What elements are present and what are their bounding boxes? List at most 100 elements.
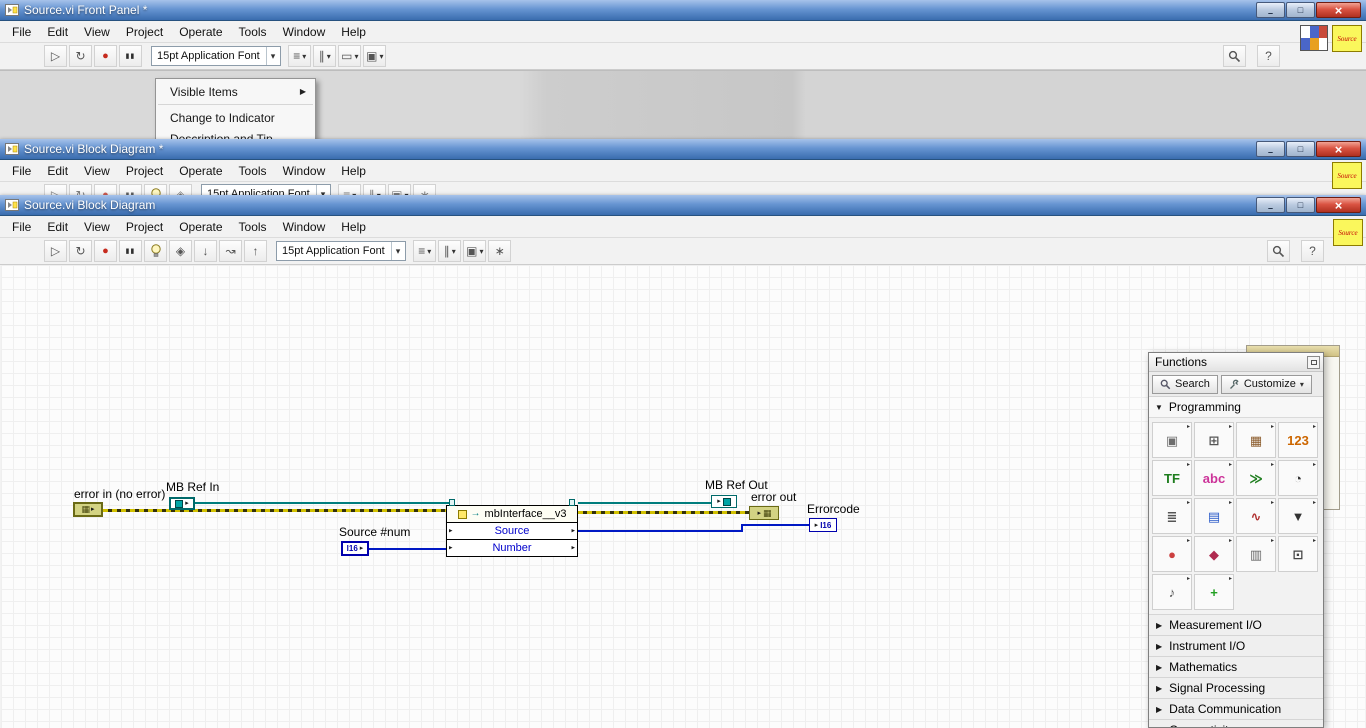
retain-wire-values-button[interactable]: ◈ bbox=[169, 240, 192, 262]
menu-item-view[interactable]: View bbox=[76, 21, 118, 43]
palette-section-measurement-i-o[interactable]: ▶ Measurement I/O bbox=[1149, 614, 1323, 635]
palette-customize-button[interactable]: Customize ▾ bbox=[1220, 374, 1312, 394]
pause-button[interactable]: ▮▮ bbox=[119, 240, 142, 262]
mb-ref-out-terminal[interactable]: ▸ bbox=[711, 495, 737, 508]
palette-section-mathematics[interactable]: ▶ Mathematics bbox=[1149, 656, 1323, 677]
menu-item-project[interactable]: Project bbox=[118, 160, 171, 182]
menu-item-edit[interactable]: Edit bbox=[39, 160, 76, 182]
align-objects-button[interactable]: ≡ ▾ bbox=[288, 45, 312, 67]
palette-icon-synchronization[interactable]: ◆ ▸ bbox=[1194, 536, 1234, 572]
error-out-label[interactable]: error out bbox=[751, 490, 796, 504]
abort-button[interactable]: ● bbox=[94, 240, 117, 262]
menu-item-file[interactable]: File bbox=[4, 21, 39, 43]
titlebar-block-diagram[interactable]: Source.vi Block Diagram – □ × bbox=[0, 195, 1366, 216]
run-continuous-button[interactable]: ↻ bbox=[69, 240, 92, 262]
palette-search-button[interactable]: Search bbox=[1152, 374, 1218, 394]
errorcode-label[interactable]: Errorcode bbox=[807, 502, 860, 516]
vi-icon[interactable]: Source bbox=[1332, 25, 1362, 52]
mb-ref-in-terminal[interactable]: ▸ bbox=[169, 497, 195, 510]
subvi-mbinterface[interactable]: → mbInterface__v3 ▸ Source ▸ ▸ Number ▸ bbox=[446, 499, 578, 557]
maximize-button[interactable]: □ bbox=[1286, 141, 1315, 157]
source-num-label[interactable]: Source #num bbox=[339, 525, 410, 539]
distribute-objects-button[interactable]: ∥ ▾ bbox=[313, 45, 337, 67]
subvi-row-number[interactable]: ▸ Number ▸ bbox=[447, 539, 577, 556]
menu-item-project[interactable]: Project bbox=[118, 21, 171, 43]
minimize-button[interactable]: – bbox=[1256, 141, 1285, 157]
wire-errorcode-b[interactable] bbox=[741, 524, 809, 526]
menu-item-window[interactable]: Window bbox=[275, 216, 334, 238]
error-out-terminal[interactable]: ▸ ▦ bbox=[749, 506, 779, 520]
close-button[interactable]: × bbox=[1316, 2, 1361, 18]
abort-button[interactable]: ● bbox=[94, 45, 117, 67]
error-in-label[interactable]: error in (no error) bbox=[74, 487, 165, 501]
menu-item-operate[interactable]: Operate bbox=[171, 21, 230, 43]
palette-icon-report-generation[interactable]: ▥ ▸ bbox=[1236, 536, 1276, 572]
mb-ref-in-label[interactable]: MB Ref In bbox=[166, 480, 219, 494]
wire-source-num[interactable] bbox=[369, 548, 446, 550]
reorder-objects-button[interactable]: ▣ ▾ bbox=[463, 240, 487, 262]
menu-item-tools[interactable]: Tools bbox=[231, 21, 275, 43]
palette-icon-cluster-class-variant[interactable]: ▦ ▸ bbox=[1236, 422, 1276, 458]
context-menu-item-visible-items[interactable]: Visible Items ▶ bbox=[156, 81, 315, 102]
palette-icon-application-control[interactable]: ▼ ▸ bbox=[1278, 498, 1318, 534]
resize-objects-button[interactable]: ▭ ▾ bbox=[338, 45, 362, 67]
menu-item-help[interactable]: Help bbox=[333, 21, 374, 43]
palette-icon-waveform[interactable]: ∿ ▸ bbox=[1236, 498, 1276, 534]
align-objects-button[interactable]: ≡ ▾ bbox=[413, 240, 437, 262]
maximize-button[interactable]: □ bbox=[1286, 197, 1315, 213]
search-button[interactable] bbox=[1267, 240, 1290, 262]
subvi-row-source[interactable]: ▸ Source ▸ bbox=[447, 522, 577, 539]
palette-pin-button[interactable] bbox=[1307, 356, 1320, 369]
palette-icon-timing[interactable]: ◔ ▸ bbox=[1278, 460, 1318, 496]
menu-item-operate[interactable]: Operate bbox=[171, 216, 230, 238]
palette-icon-storage[interactable]: ▤ ▸ bbox=[1194, 498, 1234, 534]
palette-section-instrument-i-o[interactable]: ▶ Instrument I/O bbox=[1149, 635, 1323, 656]
palette-icon-numeric[interactable]: 123 ▸ bbox=[1278, 422, 1318, 458]
palette-icon-boolean[interactable]: TF ▸ bbox=[1152, 460, 1192, 496]
wire-error-in[interactable] bbox=[103, 509, 446, 512]
search-button[interactable] bbox=[1223, 45, 1246, 67]
step-into-button[interactable]: ↓ bbox=[194, 240, 217, 262]
palette-section-data-communication[interactable]: ▶ Data Communication bbox=[1149, 698, 1323, 719]
palette-section-programming[interactable]: ▼ Programming bbox=[1149, 397, 1323, 418]
menu-item-edit[interactable]: Edit bbox=[39, 21, 76, 43]
run-button[interactable]: ▷ bbox=[44, 45, 67, 67]
source-num-terminal[interactable]: I16 ▸ bbox=[341, 541, 369, 556]
wire-error-out[interactable] bbox=[578, 511, 749, 514]
menu-item-edit[interactable]: Edit bbox=[39, 216, 76, 238]
minimize-button[interactable]: – bbox=[1256, 197, 1285, 213]
titlebar-block-diagram-modified[interactable]: Source.vi Block Diagram * – □ × bbox=[0, 139, 1366, 160]
maximize-button[interactable]: □ bbox=[1286, 2, 1315, 18]
menu-item-tools[interactable]: Tools bbox=[231, 216, 275, 238]
palette-icon-structures[interactable]: ▣ ▸ bbox=[1152, 422, 1192, 458]
vi-icon[interactable]: Source bbox=[1333, 219, 1363, 246]
wire-mb-ref-out[interactable] bbox=[578, 502, 711, 504]
help-button[interactable]: ? bbox=[1257, 45, 1280, 67]
wire-errorcode-a[interactable] bbox=[578, 530, 743, 532]
close-button[interactable]: × bbox=[1316, 141, 1361, 157]
run-continuous-button[interactable]: ↻ bbox=[69, 45, 92, 67]
palette-section-signal-processing[interactable]: ▶ Signal Processing bbox=[1149, 677, 1323, 698]
palette-section-connectivity[interactable]: ▶Connectivity bbox=[1149, 719, 1323, 727]
menu-item-help[interactable]: Help bbox=[333, 216, 374, 238]
palette-icon-graphics-sound[interactable]: ♪ ▸ bbox=[1152, 574, 1192, 610]
distribute-objects-button[interactable]: ∥ ▾ bbox=[438, 240, 462, 262]
errorcode-terminal[interactable]: ▸ I16 bbox=[809, 518, 837, 532]
palette-icon-dialog-user-interface[interactable]: ● ▸ bbox=[1152, 536, 1192, 572]
menu-item-tools[interactable]: Tools bbox=[231, 160, 275, 182]
titlebar-front-panel[interactable]: Source.vi Front Panel * – □ × bbox=[0, 0, 1366, 21]
menu-item-operate[interactable]: Operate bbox=[171, 160, 230, 182]
subvi-header[interactable]: → mbInterface__v3 bbox=[447, 506, 577, 522]
menu-item-view[interactable]: View bbox=[76, 216, 118, 238]
menu-item-window[interactable]: Window bbox=[275, 21, 334, 43]
palette-icon-file-io[interactable]: ≣ ▸ bbox=[1152, 498, 1192, 534]
step-over-button[interactable]: ↝ bbox=[219, 240, 242, 262]
menu-item-view[interactable]: View bbox=[76, 160, 118, 182]
font-selector[interactable]: 15pt Application Font ▾ bbox=[276, 241, 407, 261]
menu-item-file[interactable]: File bbox=[4, 160, 39, 182]
clean-up-diagram-button[interactable]: ∗ bbox=[488, 240, 512, 262]
connector-pane-icon[interactable] bbox=[1300, 25, 1328, 51]
highlight-execution-button[interactable] bbox=[144, 240, 167, 262]
menu-item-window[interactable]: Window bbox=[275, 160, 334, 182]
close-button[interactable]: × bbox=[1316, 197, 1361, 213]
